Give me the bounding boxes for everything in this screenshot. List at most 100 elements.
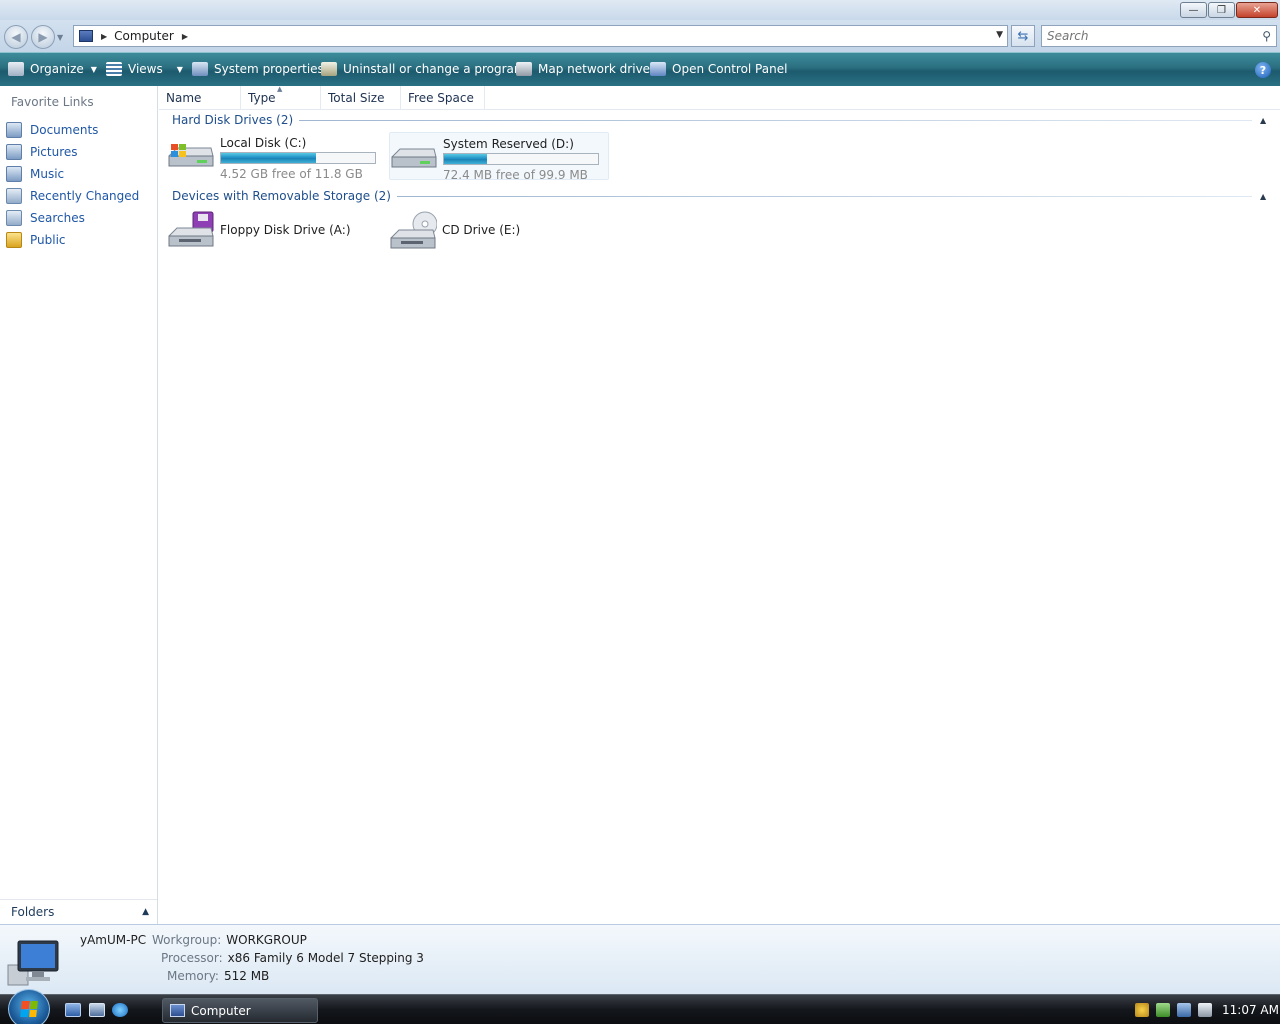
favorite-links-list: Documents Pictures Music Recently Change… [6,119,139,251]
close-button[interactable]: ✕ [1236,2,1278,18]
switch-windows-icon[interactable] [89,1003,105,1017]
favorite-link-label: Public [30,233,66,247]
collapse-icon[interactable]: ▲ [1260,116,1274,125]
collapse-icon[interactable]: ▲ [1260,192,1274,201]
details-pane: yAmUM-PC Workgroup: WORKGROUP Processor:… [0,924,1280,994]
favorite-link-public[interactable]: Public [6,229,139,251]
refresh-icon: ⇆ [1017,28,1029,44]
public-folder-icon [6,232,22,248]
drive-tile-floppy-a[interactable]: Floppy Disk Drive (A:) [167,210,387,258]
drive-tile-cd-e[interactable]: CD Drive (E:) [389,210,609,258]
column-label: Type [248,90,276,105]
disk-usage-fill [221,153,317,163]
map-network-drive-button[interactable]: Map network drive [516,62,650,76]
disk-usage-fill [444,154,488,164]
search-box[interactable]: ⚲ [1041,25,1277,47]
favorite-link-pictures[interactable]: Pictures [6,141,139,163]
column-label: Name [166,90,202,105]
disk-usage-bar [443,153,599,165]
drive-tile-system-reserved-d[interactable]: System Reserved (D:) 72.4 MB free of 99.… [389,132,609,182]
drive-name: CD Drive (E:) [442,223,521,237]
drive-info: CD Drive (E:) [442,223,520,237]
back-button[interactable]: ◀ [4,25,28,49]
favorite-link-recently-changed[interactable]: Recently Changed [6,185,139,207]
pictures-icon [6,144,22,160]
favorite-link-label: Searches [30,211,85,225]
drive-info: Local Disk (C:) 4.52 GB free of 11.8 GB [220,136,376,181]
favorite-links-heading: Favorite Links [11,95,94,109]
drive-tile-local-disk-c[interactable]: Local Disk (C:) 4.52 GB free of 11.8 GB [167,132,387,181]
organize-menu[interactable]: Organize ▼ [8,62,97,76]
command-bar: Organize ▼ Views ▼ System properties Uni… [0,52,1280,86]
taskbar-button-label: Computer [191,1003,251,1018]
column-header-total-size[interactable]: Total Size [321,86,401,109]
cd-drive-icon [389,210,438,256]
disk-usage-bar [220,152,376,164]
control-panel-label: Open Control Panel [672,62,788,76]
favorite-link-searches[interactable]: Searches [6,207,139,229]
search-icon[interactable]: ⚲ [1262,29,1271,43]
computer-monitor-icon [6,937,62,987]
windows-update-icon[interactable] [1156,1003,1170,1017]
window-controls: — ❐ ✕ [1180,2,1278,18]
minimize-button[interactable]: — [1180,2,1207,18]
column-header-type[interactable]: ▲ Type [241,85,321,109]
computer-name: yAmUM-PC [80,933,147,947]
breadcrumb-separator-icon[interactable]: ▶ [101,32,107,41]
favorite-link-documents[interactable]: Documents [6,119,139,141]
taskbar-button-computer[interactable]: Computer [162,998,318,1023]
favorite-link-label: Recently Changed [30,189,140,203]
breadcrumb-separator-icon[interactable]: ▶ [182,32,188,41]
floppy-drive-icon [167,210,215,256]
group-header-removable-storage[interactable]: Devices with Removable Storage (2) ▲ [159,186,1280,206]
show-desktop-icon[interactable] [65,1003,81,1017]
forward-arrow-icon: ▶ [38,30,48,44]
start-button[interactable] [8,989,50,1024]
network-icon[interactable] [1177,1003,1191,1017]
music-icon [6,166,22,182]
group-divider [299,119,1252,121]
volume-icon[interactable] [1198,1003,1212,1017]
group-header-hard-disk-drives[interactable]: Hard Disk Drives (2) ▲ [159,110,1280,130]
folders-toggle[interactable]: Folders ▲ [0,899,157,924]
favorite-link-label: Documents [30,123,99,137]
column-headers: Name ▲ Type Total Size Free Space [159,85,1280,110]
favorite-link-label: Pictures [30,145,78,159]
column-header-name[interactable]: Name [159,86,241,109]
views-menu[interactable]: Views ▼ [106,62,183,76]
taskbar: Computer 11:07 AM [0,989,1280,1024]
control-panel-icon [650,62,666,76]
security-shield-icon[interactable] [1135,1003,1149,1017]
system-properties-label: System properties [214,62,324,76]
column-header-free-space[interactable]: Free Space [401,86,485,109]
open-control-panel-button[interactable]: Open Control Panel [650,62,787,76]
search-input[interactable] [1047,29,1247,43]
forward-button[interactable]: ▶ [31,25,55,49]
system-properties-button[interactable]: System properties [192,62,324,76]
uninstall-label: Uninstall or change a program [343,62,526,76]
favorite-link-label: Music [30,167,65,181]
drive-name: System Reserved (D:) [443,137,574,151]
computer-icon [170,1004,185,1017]
clock[interactable]: 11:07 AM [1222,1003,1279,1017]
refresh-button[interactable]: ⇆ [1011,25,1035,47]
recent-pages-dropdown[interactable]: ▼ [57,33,63,42]
views-label: Views [128,62,163,76]
address-bar[interactable]: ▶ Computer ▶ ▼ [73,25,1008,47]
drive-free-space: 4.52 GB free of 11.8 GB [220,167,363,181]
file-list: Name ▲ Type Total Size Free Space Hard D… [159,85,1280,924]
help-icon[interactable]: ? [1255,62,1271,78]
favorite-link-music[interactable]: Music [6,163,139,185]
processor-label: Processor: [161,951,223,965]
group-label: Hard Disk Drives (2) [172,113,294,127]
internet-explorer-icon[interactable] [112,1003,128,1017]
maximize-button[interactable]: ❐ [1208,2,1235,18]
chevron-down-icon: ▼ [176,64,183,74]
computer-icon [79,30,93,42]
address-dropdown-icon[interactable]: ▼ [996,30,1003,40]
notification-area: 11:07 AM [1128,995,1280,1024]
workgroup-value: WORKGROUP [226,933,307,947]
uninstall-program-button[interactable]: Uninstall or change a program [321,62,526,76]
hard-drive-windows-icon [167,132,215,178]
breadcrumb-computer[interactable]: Computer [114,29,174,43]
